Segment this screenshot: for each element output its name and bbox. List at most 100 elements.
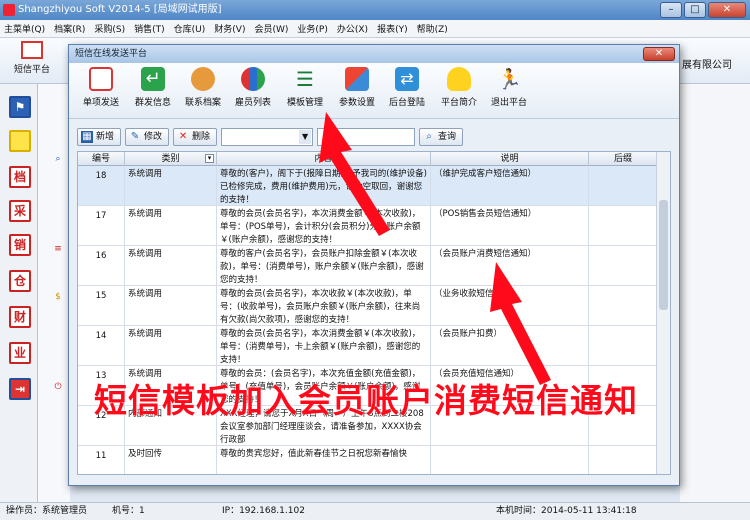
scrollbar-thumb[interactable] xyxy=(659,200,668,310)
cell-description: （会员账户消费短信通知） xyxy=(431,246,589,286)
status-bar: 操作员：系统管理员 机号：1 IP：192.168.1.102 本机时间：201… xyxy=(0,502,750,520)
edit-button[interactable]: ✎ 修改 xyxy=(125,128,170,146)
cell-category: 及时回传 xyxy=(125,446,217,474)
menu-bar: 主菜单(Q) 档案(R) 采购(S) 销售(T) 仓库(U) 财务(V) 会员(… xyxy=(0,20,750,38)
cell-description: （会员账户扣费） xyxy=(431,326,589,366)
grid-icon: ▦ xyxy=(81,131,93,143)
nav-sales[interactable]: 销 xyxy=(9,234,31,256)
cell-no: 18 xyxy=(78,166,125,206)
cell-category: 系统调用 xyxy=(125,206,217,246)
dialog-close-button[interactable]: ✕ xyxy=(643,47,675,61)
cell-content: 尊敬的(客户)，阁下于(报障日期)交予我司的(维护设备)已检修完成，费用(维护费… xyxy=(217,166,431,206)
nav-business[interactable]: 业 xyxy=(9,342,31,364)
cell-content: 尊敬的会员(会员名字)，本次消费金额￥(本次收款)，单号：(POS单号)，会计积… xyxy=(217,206,431,246)
flag-icon[interactable]: ⚑ xyxy=(9,96,31,118)
minimize-button[interactable]: – xyxy=(660,2,682,18)
grid-header: 编号 类别 ▾ 内容 说明 后缀 xyxy=(78,152,658,166)
header-content[interactable]: 内容 xyxy=(217,152,431,166)
cell-content: 尊敬的贵宾您好，值此新春佳节之日祝您新春愉快 xyxy=(217,446,431,474)
template-manage-button[interactable]: ☰ 模板管理 xyxy=(275,67,335,108)
nav-purchase[interactable]: 采 xyxy=(9,200,31,222)
grid-scrollbar[interactable] xyxy=(656,152,670,474)
sms-platform-button[interactable]: 短信平台 xyxy=(8,41,56,75)
employee-list-label: 雇员列表 xyxy=(234,98,271,108)
company-name: 展有限公司 xyxy=(682,60,732,71)
single-send-label: 单项发送 xyxy=(82,98,119,108)
backend-login-button[interactable]: ⇄ 后台登陆 xyxy=(377,67,437,108)
coin-icon: $ xyxy=(55,292,61,302)
menu-business[interactable]: 业务(P) xyxy=(297,22,327,35)
filter-icon[interactable]: ▾ xyxy=(205,154,214,163)
single-send-button[interactable]: 单项发送 xyxy=(71,67,131,108)
return-arrow-icon: ↵ xyxy=(141,67,165,91)
numbered-list-icon: ≡ xyxy=(54,244,62,254)
maximize-button[interactable]: □ xyxy=(684,2,706,18)
category-select[interactable]: ▼ xyxy=(221,128,314,146)
delete-button[interactable]: ✕ 删除 xyxy=(173,128,218,146)
query-input[interactable] xyxy=(317,128,416,146)
delete-label: 删除 xyxy=(192,132,211,142)
cell-suffix xyxy=(589,246,658,286)
cell-no: 11 xyxy=(78,446,125,474)
cell-suffix xyxy=(589,166,658,206)
contacts-label: 联系档案 xyxy=(184,98,221,108)
add-label: 新增 xyxy=(96,132,115,142)
table-row[interactable]: 17 系统调用 尊敬的会员(会员名字)，本次消费金额￥(本次收款)，单号：(PO… xyxy=(78,206,658,246)
table-row[interactable]: 15 系统调用 尊敬的会员(会员名字)，本次收款￥(本次收款)，单号：(收款单号… xyxy=(78,286,658,326)
exit-icon[interactable]: ⇥ xyxy=(9,378,31,400)
nav-warehouse[interactable]: 仓 xyxy=(9,270,31,292)
list-icon: ☰ xyxy=(296,67,314,91)
status-operator: 操作员：系统管理员 xyxy=(6,506,88,516)
cell-suffix xyxy=(589,286,658,326)
envelope-icon xyxy=(89,67,113,91)
query-button[interactable]: ⌕ 查询 xyxy=(419,128,464,146)
header-category[interactable]: 类别 ▾ xyxy=(125,152,217,166)
header-category-label: 类别 xyxy=(161,154,180,164)
cell-description xyxy=(431,446,589,474)
query-label: 查询 xyxy=(438,132,457,142)
table-row[interactable]: 11 及时回传 尊敬的贵宾您好，值此新春佳节之日祝您新春愉快 xyxy=(78,446,658,474)
nav-archive[interactable]: 档 xyxy=(9,166,31,188)
menu-finance[interactable]: 财务(V) xyxy=(214,22,245,35)
pencil-icon: ✎ xyxy=(130,131,140,142)
bulb-icon[interactable] xyxy=(9,130,31,152)
employee-list-button[interactable]: 雇员列表 xyxy=(223,67,283,108)
chevron-down-icon[interactable]: ▼ xyxy=(299,130,312,144)
shortcut-strip: ⌕ ≡ $ ⏻ xyxy=(38,84,70,502)
header-no[interactable]: 编号 xyxy=(78,152,125,166)
cell-description: （POS销售会员短信通知） xyxy=(431,206,589,246)
menu-help[interactable]: 帮助(Z) xyxy=(417,22,448,35)
exit-platform-button[interactable]: 🏃 退出平台 xyxy=(479,67,539,108)
cell-content: 尊敬的会员(会员名字)，本次收款￥(本次收款)，单号：(收款单号)，会员账户余额… xyxy=(217,286,431,326)
close-button[interactable]: ✕ xyxy=(708,2,746,18)
cubes-icon xyxy=(345,67,369,91)
menu-office[interactable]: 办公(X) xyxy=(337,22,368,35)
add-button[interactable]: ▦ 新增 xyxy=(77,128,122,146)
annotation-caption: 短信模板加入会员账户消费短信通知 xyxy=(94,381,638,420)
menu-purchase[interactable]: 采购(S) xyxy=(94,22,125,35)
menu-archive[interactable]: 档案(R) xyxy=(54,22,85,35)
table-row[interactable]: 16 系统调用 尊敬的客户(会员名字)，会员账户扣除金额￥(本次收款)，单号：(… xyxy=(78,246,658,286)
menu-warehouse[interactable]: 仓库(U) xyxy=(174,22,206,35)
menu-main[interactable]: 主菜单(Q) xyxy=(4,22,45,35)
status-ip: IP：192.168.1.102 xyxy=(222,506,305,516)
status-machine: 机号：1 xyxy=(112,506,145,516)
cell-content: 尊敬的会员(会员名字)，本次消费金额￥(本次收款)，单号：(消费单号)，卡上余额… xyxy=(217,326,431,366)
cell-no: 16 xyxy=(78,246,125,286)
cell-suffix xyxy=(589,446,658,474)
app-title-bar: Shangzhiyou Soft V2014-5 [局域网试用版] – □ ✕ xyxy=(0,0,750,20)
table-row[interactable]: 18 系统调用 尊敬的(客户)，阁下于(报障日期)交予我司的(维护设备)已检修完… xyxy=(78,166,658,206)
power-icon: ⏻ xyxy=(54,382,62,392)
table-row[interactable]: 14 系统调用 尊敬的会员(会员名字)，本次消费金额￥(本次收款)，单号：(消费… xyxy=(78,326,658,366)
group-icon xyxy=(241,67,265,91)
cell-category: 系统调用 xyxy=(125,326,217,366)
left-nav-bar: ⚑ 档 采 销 仓 财 业 ⇥ xyxy=(0,84,38,502)
app-icon xyxy=(3,4,15,16)
menu-reports[interactable]: 报表(Y) xyxy=(377,22,408,35)
nav-finance[interactable]: 财 xyxy=(9,306,31,328)
menu-sales[interactable]: 销售(T) xyxy=(134,22,165,35)
header-suffix[interactable]: 后缀 xyxy=(589,152,658,166)
cell-category: 系统调用 xyxy=(125,286,217,326)
menu-member[interactable]: 会员(W) xyxy=(254,22,288,35)
header-description[interactable]: 说明 xyxy=(431,152,589,166)
